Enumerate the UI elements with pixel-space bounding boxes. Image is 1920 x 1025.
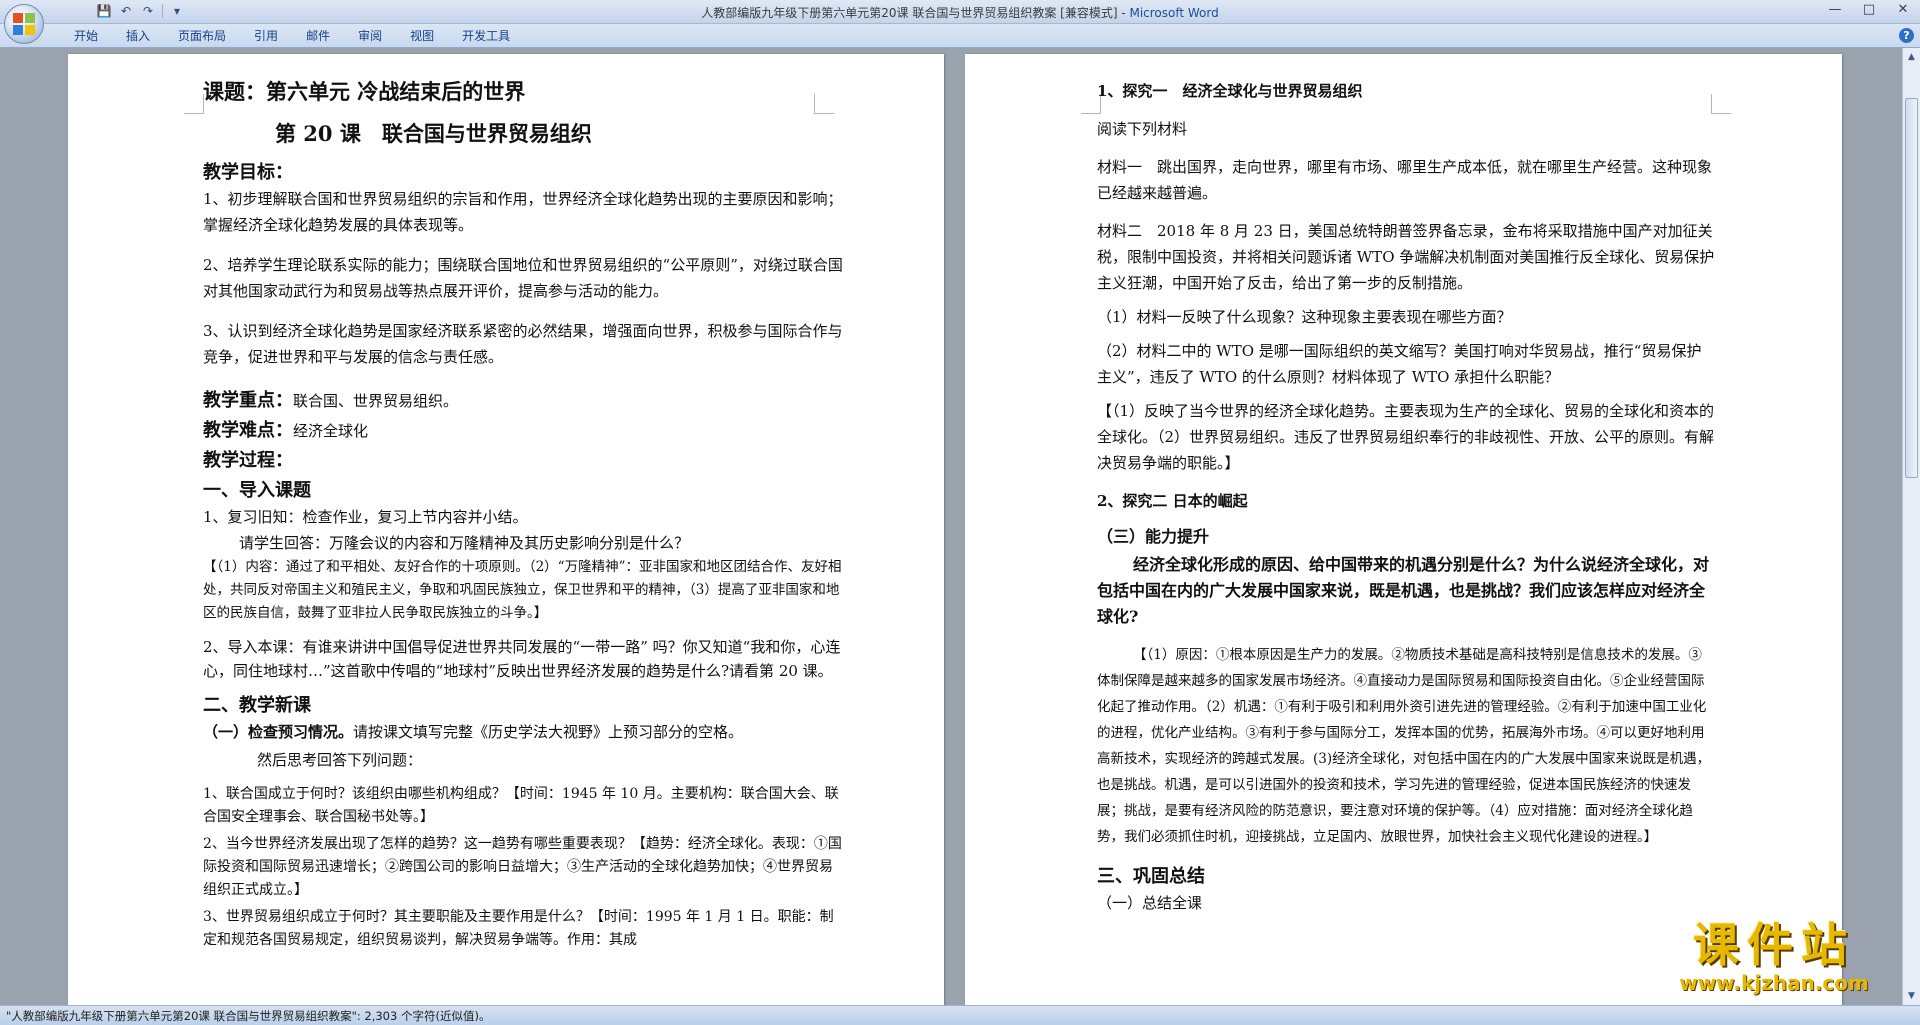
tab-view[interactable]: 视图	[396, 28, 448, 44]
lead-in-text: 2、导入本课：有谁来讲讲中国倡导促进世界共同发展的“一带一路” 吗？你又知道“我…	[203, 638, 841, 680]
watermark-url: www.kjzhan.com	[1679, 971, 1869, 995]
goals-heading: 教学目标：	[203, 162, 293, 183]
key-point-text: 联合国、世界贸易组织。	[293, 392, 459, 410]
read-materials: 阅读下列材料	[1097, 120, 1188, 138]
review-text: 1、复习旧知：检查作业，复习上节内容并小结。	[203, 508, 528, 526]
question-2: 2、当今世界经济发展出现了怎样的趋势？这一趋势有哪些重要表现？【趋势：经济全球化…	[203, 836, 842, 898]
question-3: 3、世界贸易组织成立于何时？其主要职能及主要作用是什么？【时间：1995 年 1…	[203, 909, 834, 948]
difficulty-text: 经济全球化	[293, 422, 369, 440]
right-question-1: （1）材料一反映了什么现象？这种现象主要表现在哪些方面？	[1097, 308, 1512, 326]
review-question: 请学生回答：万隆会议的内容和万隆精神及其历史影响分别是什么？	[239, 534, 690, 552]
vertical-scrollbar[interactable]: ▲ ▼	[1902, 48, 1920, 1005]
window-controls: — □ ✕	[1818, 0, 1920, 20]
document-title: 人教部编版九年级下册第六单元第20课 联合国与世界贸易组织教案 [兼容模式] -	[701, 6, 1130, 20]
tab-insert[interactable]: 插入	[112, 28, 164, 44]
material-1: 材料一 跳出国界，走向世界，哪里有市场、哪里生产成本低，就在哪里生产经营。这种现…	[1097, 158, 1713, 202]
difficulty-point: 教学难点：经济全球化	[203, 416, 843, 442]
scroll-down-icon[interactable]: ▼	[1905, 989, 1918, 1003]
key-point-label: 教学重点：	[203, 390, 293, 411]
preview-text: 请按课文填写完整《历史学法大视野》上预习部分的空格。	[353, 723, 744, 741]
page-left-content: 课题：第六单元 冷战结束后的世界 第 20 课 联合国与世界贸易组织 教学目标：…	[203, 64, 843, 952]
ability-heading: （三）能力提升	[1097, 527, 1210, 546]
difficulty-label: 教学难点：	[203, 420, 293, 441]
crop-mark	[184, 94, 204, 114]
ribbon-tab-bar: 开始 插入 页面布局 引用 邮件 审阅 视图 开发工具 ?	[0, 24, 1920, 48]
page-left[interactable]: 课题：第六单元 冷战结束后的世界 第 20 课 联合国与世界贸易组织 教学目标：…	[68, 54, 944, 1014]
title-bar: 💾 ↶ ↷ ▾ 人教部编版九年级下册第六单元第20课 联合国与世界贸易组织教案 …	[0, 0, 1920, 24]
ribbon-tabs: 开始 插入 页面布局 引用 邮件 审阅 视图 开发工具	[60, 28, 524, 44]
page-right-content: 1、探究一 经济全球化与世界贸易组织 阅读下列材料 材料一 跳出国界，走向世界，…	[1097, 64, 1715, 916]
page-right[interactable]: 1、探究一 经济全球化与世界贸易组织 阅读下列材料 材料一 跳出国界，走向世界，…	[965, 54, 1842, 1014]
watermark-logo: 课件站 www.kjzhan.com	[1654, 918, 1894, 996]
watermark-title: 课件站	[1693, 918, 1855, 972]
document-area: 课题：第六单元 冷战结束后的世界 第 20 课 联合国与世界贸易组织 教学目标：…	[0, 48, 1920, 1014]
material-2: 材料二 2018 年 8 月 23 日，美国总统特朗普签界备忘录，金布将采取措施…	[1097, 222, 1715, 292]
tab-references[interactable]: 引用	[240, 28, 292, 44]
preview-label: （一）检查预习情况。	[203, 723, 354, 741]
lesson-subtitle: 第 20 课 联合国与世界贸易组织	[275, 121, 592, 146]
explore-1-heading: 1、探究一 经济全球化与世界贸易组织	[1097, 82, 1363, 100]
tab-home[interactable]: 开始	[60, 28, 112, 44]
question-1: 1、联合国成立于何时？该组织由哪些机构组成？【时间：1945 年 10 月。主要…	[203, 786, 839, 825]
preview-then: 然后思考回答下列问题：	[257, 751, 423, 769]
key-point: 教学重点：联合国、世界贸易组织。	[203, 386, 843, 412]
app-name: Microsoft Word	[1129, 6, 1219, 20]
scroll-up-icon[interactable]: ▲	[1905, 50, 1918, 64]
intro-heading: 一、导入课题	[203, 480, 311, 501]
maximize-button[interactable]: □	[1852, 0, 1886, 20]
tab-review[interactable]: 审阅	[344, 28, 396, 44]
ability-question: 经济全球化形成的原因、给中国带来的机遇分别是什么？为什么说经济全球化，对包括中国…	[1097, 555, 1710, 626]
tab-page-layout[interactable]: 页面布局	[164, 28, 240, 44]
minimize-button[interactable]: —	[1818, 0, 1852, 20]
summary-item-1: （一）总结全课	[1097, 894, 1203, 912]
office-button[interactable]	[4, 4, 44, 44]
tab-mailings[interactable]: 邮件	[292, 28, 344, 44]
tab-developer[interactable]: 开发工具	[448, 28, 524, 44]
review-answer: 【（1）内容：通过了和平相处、友好合作的十项原则。（2）“万隆精神”：亚非国家和…	[203, 559, 842, 621]
office-logo-icon	[13, 13, 35, 35]
help-icon[interactable]: ?	[1899, 28, 1914, 43]
explore-2-heading: 2、探究二 日本的崛起	[1097, 492, 1248, 510]
close-button[interactable]: ✕	[1886, 0, 1920, 20]
scrollbar-thumb[interactable]	[1905, 98, 1918, 478]
summary-heading: 三、巩固总结	[1097, 866, 1205, 887]
goal-2: 2、培养学生理论联系实际的能力；围绕联合国地位和世界贸易组织的“公平原则”，对绕…	[203, 256, 843, 300]
right-question-2: （2）材料二中的 WTO 是哪一国际组织的英文缩写？美国打响对华贸易战，推行“贸…	[1097, 342, 1702, 386]
new-lesson-heading: 二、教学新课	[203, 695, 311, 716]
window-title: 人教部编版九年级下册第六单元第20课 联合国与世界贸易组织教案 [兼容模式] -…	[0, 4, 1920, 21]
preview-line: （一）检查预习情况。请按课文填写完整《历史学法大视野》上预习部分的空格。	[203, 719, 843, 745]
status-text: "人教部编版九年级下册第六单元第20课 联合国与世界贸易组织教案": 2,303…	[6, 1009, 491, 1023]
right-answer: 【（1）反映了当今世界的经济全球化趋势。主要表现为生产的全球化、贸易的全球化和资…	[1097, 402, 1715, 472]
process-heading: 教学过程：	[203, 450, 293, 471]
goal-3: 3、认识到经济全球化趋势是国家经济联系紧密的必然结果，增强面向世界，积极参与国际…	[203, 322, 843, 366]
goal-1: 1、初步理解联合国和世界贸易组织的宗旨和作用，世界经济全球化趋势出现的主要原因和…	[203, 190, 843, 234]
status-bar: "人教部编版九年级下册第六单元第20课 联合国与世界贸易组织教案": 2,303…	[0, 1005, 1920, 1025]
ability-answer: 【（1）原因：①根本原因是生产力的发展。②物质技术基础是高科技特别是信息技术的发…	[1097, 647, 1711, 845]
lesson-title: 课题：第六单元 冷战结束后的世界	[203, 79, 526, 104]
